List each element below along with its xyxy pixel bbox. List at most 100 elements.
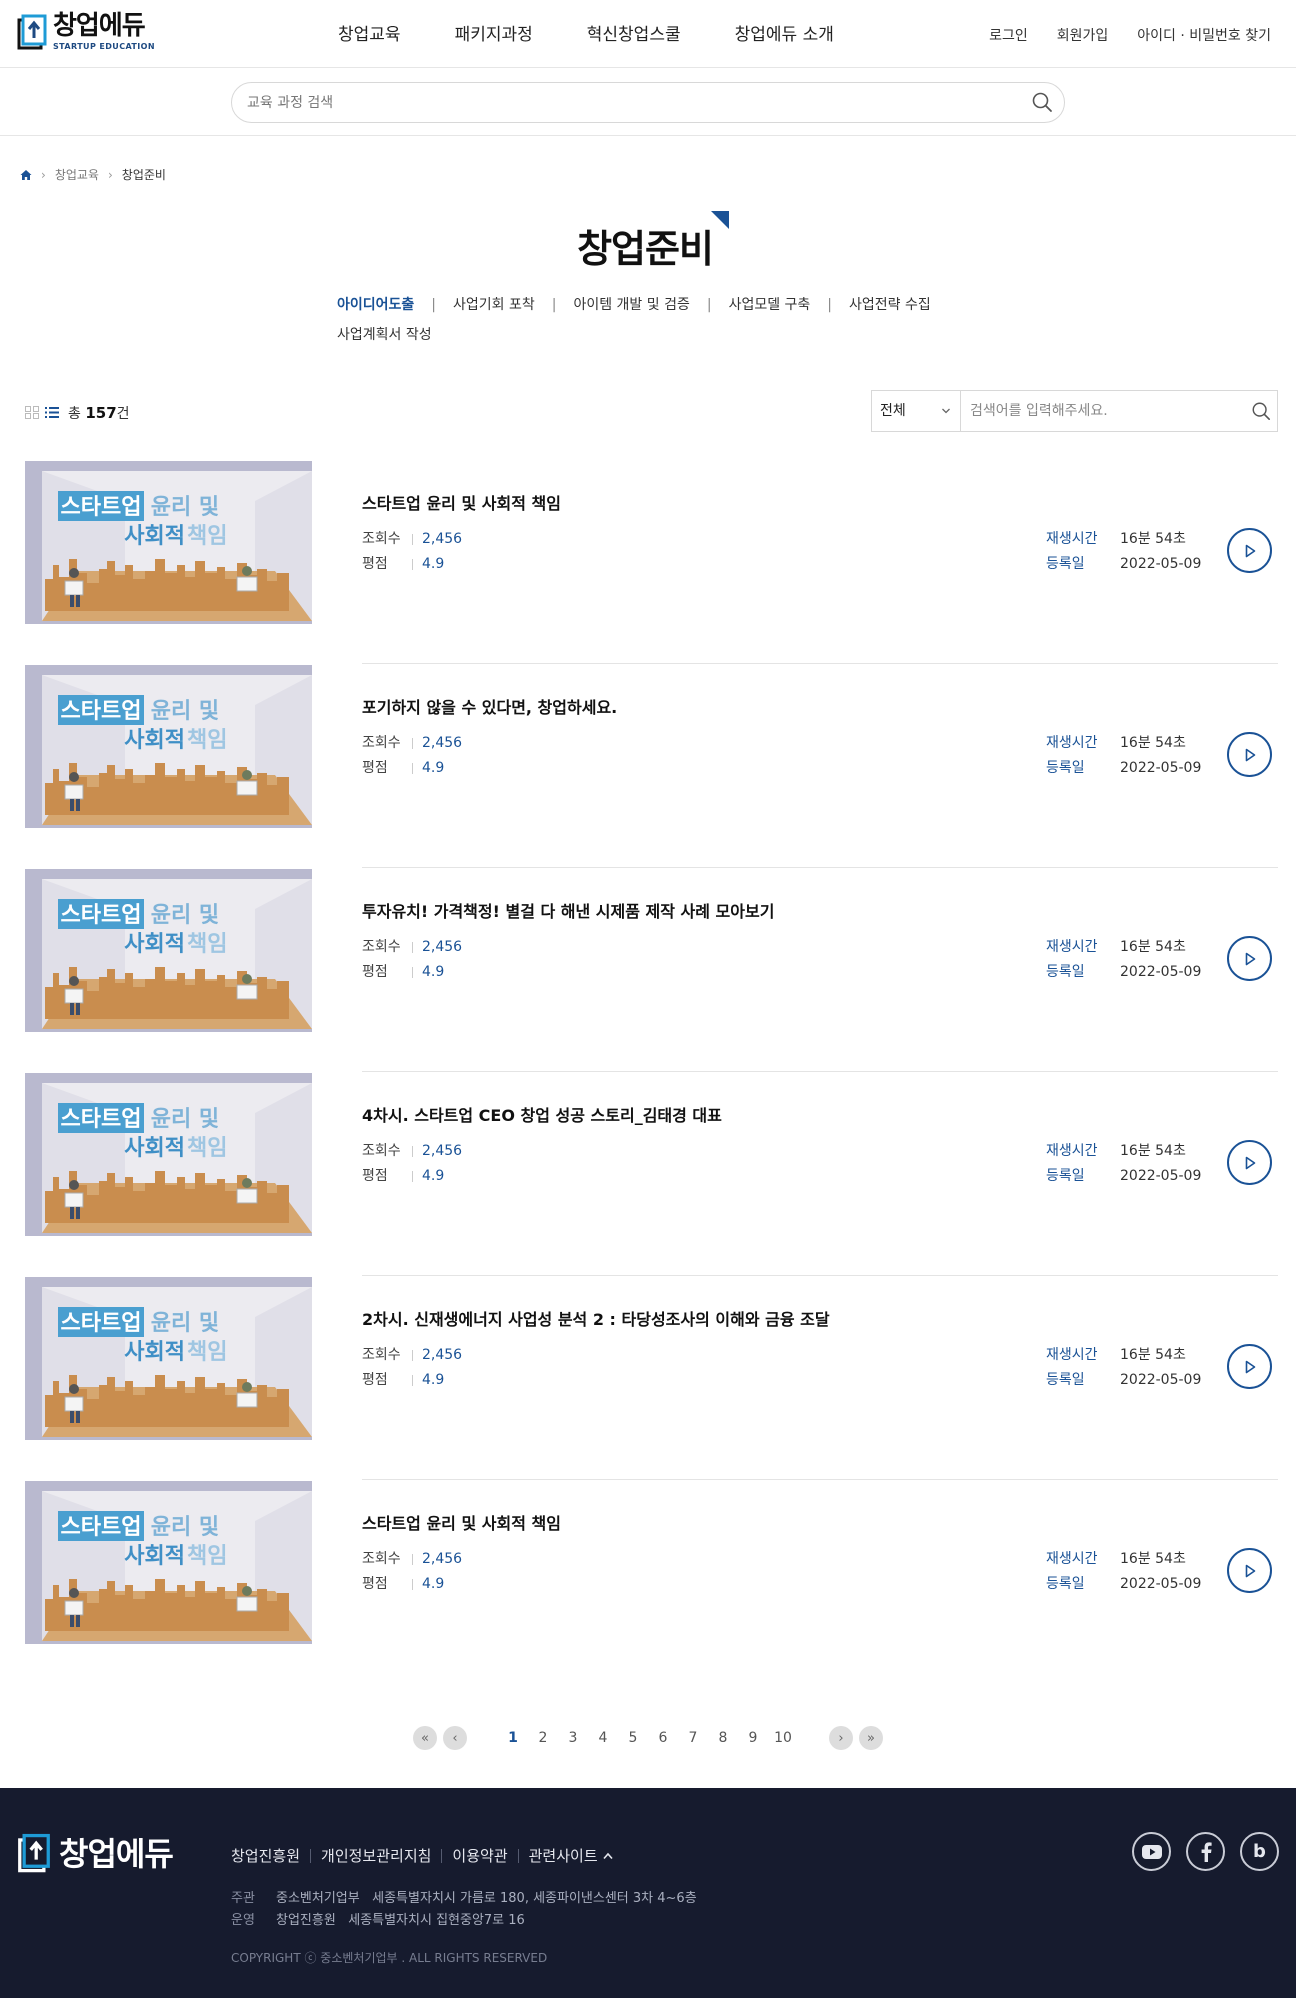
tab-opportunity[interactable]: 사업기회 포착 [453,290,535,320]
course-thumbnail[interactable]: 스타트업 윤리 및 사회적 책임 [25,665,312,828]
page-number[interactable]: 5 [618,1730,648,1746]
course-search-input[interactable] [247,83,1007,122]
info-org: 중소벤처기업부 [276,1891,360,1906]
views-value: 2,456 [422,939,463,955]
total-count: 총 157건 [68,403,130,423]
rating-row: 평점 4.9 [362,552,462,577]
grid-view-icon[interactable] [25,406,39,419]
play-button[interactable] [1227,732,1272,777]
course-item: 스타트업 윤리 및 사회적 책임 투자유치! 가격책정! 별걸 다 해낸 시제품… [25,868,1278,1072]
footer-link-privacy[interactable]: 개인정보관리지침 [321,1845,431,1866]
footer-link-terms[interactable]: 이용약관 [452,1845,507,1866]
info-address: 세종특별자치시 가름로 180, 세종파이낸스센터 3차 4~6층 [372,1891,697,1906]
breadcrumb-item[interactable]: 창업교육 [55,166,99,183]
facebook-icon[interactable] [1186,1832,1225,1871]
footer-logo[interactable]: 창업에듀 [17,1829,174,1875]
course-title[interactable]: 투자유치! 가격책정! 별걸 다 해낸 시제품 제작 사례 모아보기 [362,898,774,922]
rating-value: 4.9 [422,1372,445,1388]
thumbnail-image: 스타트업 윤리 및 사회적 책임 [25,869,312,1032]
course-thumbnail[interactable]: 스타트업 윤리 및 사회적 책임 [25,461,312,624]
last-page-button[interactable]: » [859,1726,883,1750]
course-title[interactable]: 스타트업 윤리 및 사회적 책임 [362,1510,561,1534]
logo-icon [18,1833,50,1873]
views-label: 조회수 [362,1343,422,1368]
course-title[interactable]: 스타트업 윤리 및 사회적 책임 [362,490,561,514]
rating-label: 평점 [362,756,422,781]
date-row: 등록일 2022-05-09 [1046,756,1201,781]
list-search-input[interactable] [961,391,1277,431]
nav-package-course[interactable]: 패키지과정 [455,20,533,45]
sns-links: b [1132,1832,1279,1871]
page-number[interactable]: 10 [768,1730,798,1746]
list-view-icon[interactable] [45,406,59,419]
thumbnail-text: 윤리 및 [151,1515,219,1540]
tab-strategy[interactable]: 사업전략 수집 [849,290,931,320]
course-thumbnail[interactable]: 스타트업 윤리 및 사회적 책임 [25,1277,312,1440]
logo[interactable]: 창업에듀 STARTUP EDUCATION [17,10,155,52]
page-number[interactable]: 3 [558,1730,588,1746]
nav-about[interactable]: 창업에듀 소개 [735,20,834,45]
tab-idea[interactable]: 아이디어도출 [337,290,414,320]
play-button[interactable] [1227,1344,1272,1389]
chevron-down-icon [942,408,950,414]
prev-page-button[interactable]: ‹ [443,1726,467,1750]
blog-icon[interactable]: b [1240,1832,1279,1871]
page-number[interactable]: 7 [678,1730,708,1746]
play-button[interactable] [1227,1548,1272,1593]
course-thumbnail[interactable]: 스타트업 윤리 및 사회적 책임 [25,869,312,1032]
rating-label: 평점 [362,960,422,985]
play-button[interactable] [1227,936,1272,981]
nav-innovation-school[interactable]: 혁신창업스쿨 [587,20,681,45]
info-key: 주관 [231,1891,255,1906]
thumbnail-text: 윤리 및 [151,1107,219,1132]
course-title[interactable]: 포기하지 않을 수 있다면, 창업하세요. [362,694,617,718]
search-icon[interactable] [1251,401,1271,421]
page-number[interactable]: 9 [738,1730,768,1746]
page-number[interactable]: 6 [648,1730,678,1746]
chevron-right-icon: › [41,167,46,182]
duration-row: 재생시간 16분 54초 [1046,731,1201,756]
footer-info-row: 운영 창업진흥원 세종특별자치시 집현중앙7로 16 [231,1910,697,1932]
tab-item-dev[interactable]: 아이템 개발 및 검증 [573,290,689,320]
course-thumbnail[interactable]: 스타트업 윤리 및 사회적 책임 [25,1481,312,1644]
course-title[interactable]: 2차시. 신재생에너지 사업성 분석 2 : 타당성조사의 이해와 금융 조달 [362,1306,830,1330]
date-label: 등록일 [1046,760,1085,776]
page-number[interactable]: 8 [708,1730,738,1746]
find-account-link[interactable]: 아이디 · 비밀번호 찾기 [1137,25,1271,45]
login-link[interactable]: 로그인 [989,25,1028,45]
course-search [231,82,1065,123]
play-button[interactable] [1227,1140,1272,1185]
duration-value: 16분 54초 [1120,939,1186,955]
play-button[interactable] [1227,528,1272,573]
course-thumbnail[interactable]: 스타트업 윤리 및 사회적 책임 [25,1073,312,1236]
page-number[interactable]: 1 [498,1730,528,1746]
youtube-icon[interactable] [1132,1832,1171,1871]
nav-startup-education[interactable]: 창업교육 [338,20,401,45]
rating-row: 평점 4.9 [362,1368,462,1393]
date-value: 2022-05-09 [1120,1576,1202,1592]
filter-select[interactable]: 전체 [872,391,961,431]
tab-business-model[interactable]: 사업모델 구축 [729,290,811,320]
tab-business-plan[interactable]: 사업계획서 작성 [337,320,432,350]
course-meta-left: 조회수 2,456 평점 4.9 [362,935,462,985]
home-icon[interactable] [20,169,32,181]
page-number[interactable]: 4 [588,1730,618,1746]
tab-divider: | [706,297,712,313]
date-row: 등록일 2022-05-09 [1046,1572,1201,1597]
date-row: 등록일 2022-05-09 [1046,552,1201,577]
signup-link[interactable]: 회원가입 [1057,25,1109,45]
search-icon[interactable] [1031,91,1053,113]
footer-link-kised[interactable]: 창업진흥원 [231,1845,300,1866]
course-title[interactable]: 4차시. 스타트업 CEO 창업 성공 스토리_김태경 대표 [362,1102,722,1126]
related-sites-label: 관련사이트 [528,1847,598,1865]
thumbnail-text: 사회적 [124,1340,185,1365]
related-sites-button[interactable]: 관련사이트 [529,1845,613,1866]
course-meta-right: 재생시간 16분 54초 등록일 2022-05-09 [1046,1547,1201,1597]
page-number[interactable]: 2 [528,1730,558,1746]
first-page-button[interactable]: « [413,1726,437,1750]
rating-row: 평점 4.9 [362,1164,462,1189]
date-label: 등록일 [1046,556,1085,572]
next-page-button[interactable]: › [829,1726,853,1750]
tab-divider: | [551,297,557,313]
play-icon [1245,952,1255,965]
